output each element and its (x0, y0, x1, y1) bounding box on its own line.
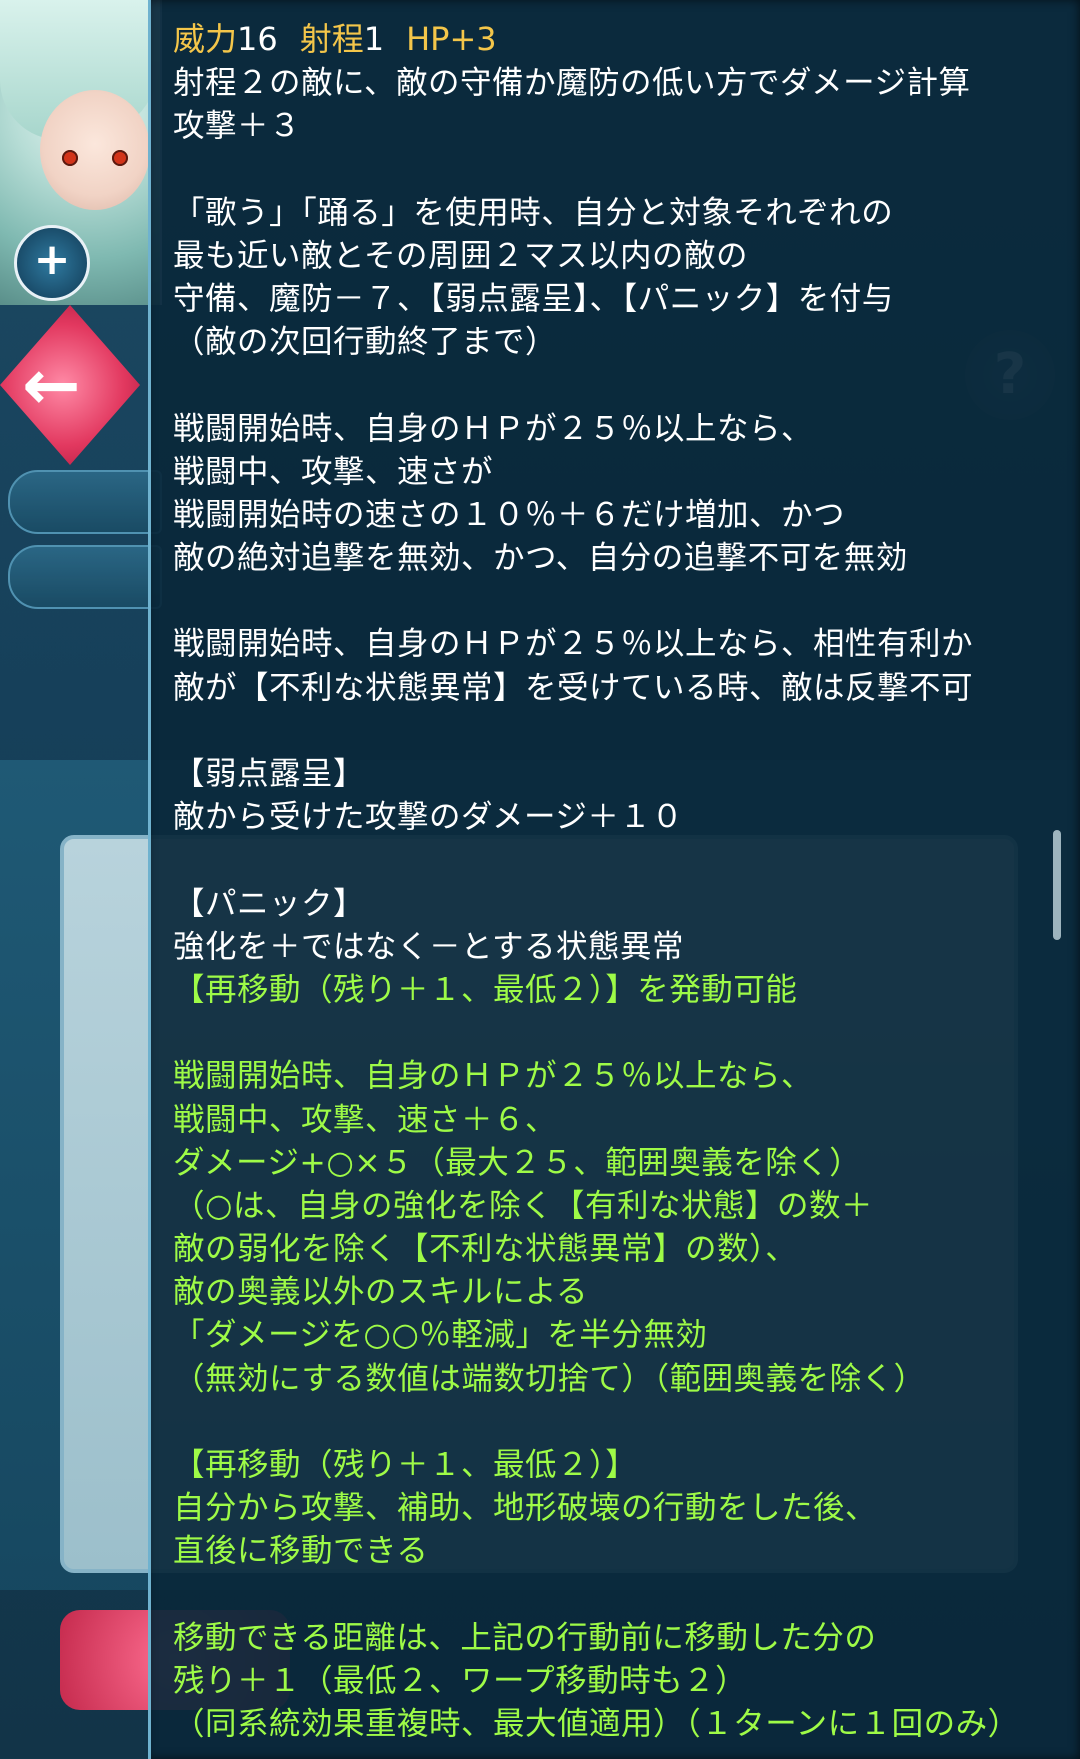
description-line: 敵から受けた攻撃のダメージ＋１０ (173, 799, 684, 836)
description-line: 【再移動（残り＋１、最低２）】 (173, 1447, 638, 1483)
might-label: 威力 (173, 20, 238, 58)
description-line: 自分から攻撃、補助、地形破壊の行動をした後、 (173, 1490, 878, 1527)
description-line: 敵の奥義以外のスキルによる (173, 1274, 589, 1311)
description-line: 戦闘開始時、自身のＨＰが２５％以上なら、 (173, 410, 814, 447)
description-line: 【パニック】 (173, 885, 366, 922)
description-line: 戦闘中、攻撃、速さが (173, 453, 494, 490)
range-label: 射程 (299, 20, 364, 58)
description-line: 強化を＋ではなく－とする状態異常 (173, 928, 685, 965)
might-value: 16 (237, 20, 278, 58)
description-line: 直後に移動できる (173, 1533, 429, 1570)
back-button[interactable]: ← (0, 305, 140, 465)
description-line: 【再移動（残り＋１、最低２）】を発動可能 (173, 971, 798, 1008)
description-line: 残り＋１（最低２、ワープ移動時も２） (173, 1662, 748, 1699)
description-line: 最も近い敵とその周囲２マス以内の敵の (173, 237, 749, 274)
description-line: ダメージ+○×５（最大２５、範囲奥義を除く） (173, 1144, 862, 1181)
side-tab-2[interactable] (8, 545, 162, 609)
plus-icon[interactable]: + (14, 225, 90, 301)
description-line: 「ダメージを○○％軽減」を半分無効 (173, 1317, 708, 1354)
description-line: 敵の絶対追撃を無効、かつ、自分の追撃不可を無効 (173, 540, 908, 577)
description-line: 「歌う」「踊る」を使用時、自分と対象それぞれの (173, 194, 894, 231)
description-line: 敵が【不利な状態異常】を受けている時、敵は反撃不可 (173, 669, 974, 706)
description-line: （無効にする数値は端数切捨て）（範囲奥義を除く） (173, 1360, 926, 1397)
portrait-eye-left (62, 150, 78, 166)
description-line: 攻撃＋３ (173, 108, 302, 145)
description-line: （同系統効果重複時、最大値適用）（１ターンに１回のみ） (173, 1706, 1020, 1743)
description-line: 敵の弱化を除く【不利な状態異常】の数）、 (173, 1231, 798, 1268)
skill-description: 射程２の敵に、敵の守備か魔防の低い方でダメージ計算 攻撃＋３ 「歌う」「踊る」を使用… (173, 62, 1020, 1746)
skill-tooltip[interactable]: 威力16 射程1 HP+3 射程２の敵に、敵の守備か魔防の低い方でダメージ計算 攻撃＋… (148, 0, 1080, 1759)
description-line: 戦闘開始時、自身のＨＰが２５％以上なら、 (173, 1058, 814, 1095)
range-value: 1 (363, 20, 385, 58)
description-line: （敵の次回行動終了まで） (173, 324, 558, 361)
description-line: 戦闘開始時、自身のＨＰが２５％以上なら、相性有利か (173, 626, 974, 663)
description-line: 戦闘中、攻撃、速さ＋６、 (173, 1101, 558, 1138)
scrollbar[interactable] (1053, 830, 1061, 940)
description-line: （○は、自身の強化を除く【有利な状態】の数＋ (173, 1187, 873, 1224)
description-line: 移動できる距離は、上記の行動前に移動した分の (173, 1619, 877, 1656)
hp-bonus: HP+3 (406, 20, 497, 58)
side-tab-1[interactable] (8, 470, 162, 534)
description-line: 【弱点露呈】 (173, 756, 366, 792)
portrait-eye-right (112, 150, 128, 166)
description-line: 守備、魔防－７、【弱点露呈】、【パニック】を付与 (173, 280, 894, 317)
description-line: 戦闘開始時の速さの１０％＋６だけ増加、かつ (173, 496, 846, 533)
weapon-stats: 威力16 射程1 HP+3 (173, 14, 497, 60)
back-arrow-icon: ← (22, 344, 81, 426)
portrait-face (40, 90, 150, 210)
description-line: 射程２の敵に、敵の守備か魔防の低い方でダメージ計算 (173, 65, 971, 101)
